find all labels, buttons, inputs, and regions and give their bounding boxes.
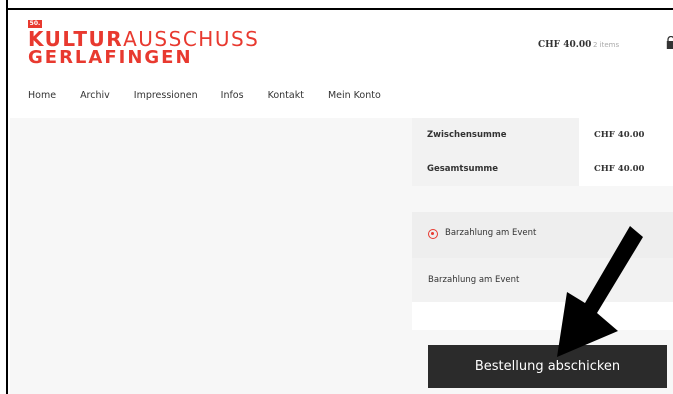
radio-selected-icon[interactable] — [428, 229, 438, 239]
cart-total[interactable]: CHF 40.00 — [538, 40, 591, 50]
logo-word-gerlafingen: GERLAFINGEN — [28, 47, 193, 68]
total-label: Gesamtsumme — [412, 152, 579, 186]
subtotal-value: CHF 40.00 — [579, 118, 673, 152]
total-value: CHF 40.00 — [579, 152, 673, 186]
cart-item-count[interactable]: 2 items — [593, 41, 619, 49]
nav-item-mein-konto[interactable]: Mein Konto — [328, 90, 381, 104]
nav-item-impressionen[interactable]: Impressionen — [134, 90, 198, 104]
payment-option-cash[interactable]: Barzahlung am Event — [412, 212, 673, 258]
left-frame-border — [0, 0, 8, 394]
nav-item-archiv[interactable]: Archiv — [80, 90, 110, 104]
payment-spacer — [412, 302, 673, 330]
payment-option-label[interactable]: Barzahlung am Event — [445, 228, 536, 238]
order-totals: Zwischensumme CHF 40.00 Gesamtsumme CHF … — [412, 118, 673, 186]
checkout-content: Zwischensumme CHF 40.00 Gesamtsumme CHF … — [10, 118, 673, 394]
subtotal-row: Zwischensumme CHF 40.00 — [412, 118, 673, 152]
cart-bag-icon[interactable] — [666, 36, 673, 50]
site-header: 50. KULTURAUSSCHUSS GERLAFINGEN CHF 40.0… — [10, 10, 673, 118]
subtotal-label: Zwischensumme — [412, 118, 579, 152]
main-navigation: Home Archiv Impressionen Infos Kontakt M… — [28, 90, 381, 104]
nav-item-kontakt[interactable]: Kontakt — [268, 90, 304, 104]
payment-description: Barzahlung am Event — [412, 258, 673, 302]
nav-item-infos[interactable]: Infos — [221, 90, 244, 104]
total-row: Gesamtsumme CHF 40.00 — [412, 152, 673, 186]
top-frame-border — [8, 0, 673, 10]
nav-item-home[interactable]: Home — [28, 90, 56, 104]
place-order-button[interactable]: Bestellung abschicken — [428, 345, 667, 388]
logo-line1: KULTURAUSSCHUSS — [28, 29, 259, 49]
payment-methods: Barzahlung am Event Barzahlung am Event — [412, 212, 673, 336]
